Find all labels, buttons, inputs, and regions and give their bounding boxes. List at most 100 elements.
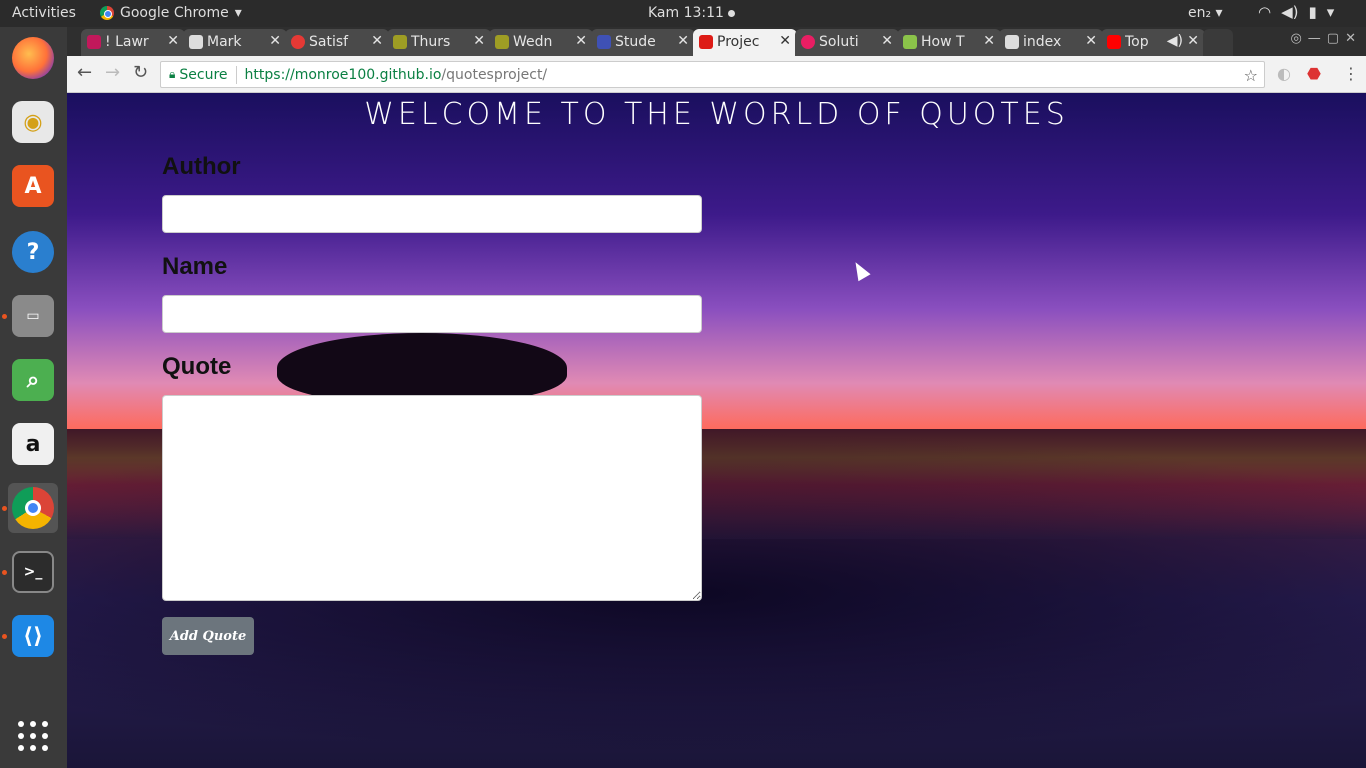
close-tab-icon[interactable]: ✕ <box>575 33 587 49</box>
rhythmbox-launcher[interactable]: ◉ <box>8 97 58 147</box>
address-bar[interactable]: 🔒︎ Secure https://monroe100.github.io/qu… <box>160 61 1265 88</box>
image-viewer-icon: ⌕ <box>12 359 54 401</box>
audio-icon[interactable]: ◀) <box>1167 33 1183 49</box>
bookmark-star-icon[interactable]: ☆ <box>1244 66 1258 85</box>
system-top-bar: Activities Google Chrome ▾ Kam 13:11 en₂… <box>0 0 1366 27</box>
extension-icon[interactable]: ◐ <box>1277 64 1291 83</box>
chevron-down-icon: ▾ <box>234 5 242 21</box>
tab[interactable]: How T ✕ <box>897 29 1001 56</box>
tab-label: Top <box>1125 34 1149 50</box>
reload-button[interactable]: ↻ <box>133 62 148 83</box>
amazon-launcher[interactable]: a <box>8 419 58 469</box>
youtube-favicon-icon <box>1107 35 1121 49</box>
files-icon: ▭ <box>12 295 54 337</box>
tab-favicon-icon <box>495 35 509 49</box>
forward-button[interactable]: → <box>105 62 120 83</box>
tab-label: Wedn <box>513 34 553 50</box>
tab-label: Soluti <box>819 34 859 50</box>
app-grid-icon <box>18 721 48 751</box>
close-tab-icon[interactable]: ✕ <box>983 33 995 49</box>
help-launcher[interactable]: ? <box>8 227 58 277</box>
terminal-icon: >_ <box>12 551 54 593</box>
divider <box>235 65 237 84</box>
system-tray[interactable]: ◠ ◀) ▮ ▾ <box>1258 3 1334 21</box>
clock[interactable]: Kam 13:11 <box>648 5 735 21</box>
tab-favicon-icon <box>87 35 101 49</box>
angular-favicon-icon <box>699 35 713 49</box>
new-tab-button[interactable] <box>1203 29 1233 56</box>
tab[interactable]: ! Lawr ✕ <box>81 29 185 56</box>
vscode-launcher[interactable]: ⟨⟩ <box>8 611 58 661</box>
tab-active[interactable]: Projec ✕ <box>693 29 797 56</box>
close-tab-icon[interactable]: ✕ <box>677 33 689 49</box>
maximize-icon[interactable]: ▢ <box>1327 31 1339 46</box>
files-launcher[interactable]: ▭ <box>8 291 58 341</box>
close-tab-icon[interactable]: ✕ <box>1085 33 1097 49</box>
author-label: Author <box>162 153 241 180</box>
menu-kebab-icon[interactable]: ⋮ <box>1343 64 1359 83</box>
tab-favicon-icon <box>597 35 611 49</box>
tab-favicon-icon <box>291 35 305 49</box>
chrome-icon <box>12 487 54 529</box>
tab-label: Thurs <box>411 34 451 50</box>
language-indicator[interactable]: en₂ ▾ <box>1188 5 1223 21</box>
tab[interactable]: Soluti ✕ <box>795 29 899 56</box>
window-controls: ◎ — ▢ ✕ <box>1290 31 1356 46</box>
battery-icon: ▮ <box>1308 3 1317 21</box>
tab[interactable]: Satisf ✕ <box>285 29 389 56</box>
firefox-icon <box>12 37 54 79</box>
mouse-cursor-icon <box>849 258 871 282</box>
software-center-launcher[interactable]: A <box>8 161 58 211</box>
image-viewer-launcher[interactable]: ⌕ <box>8 355 58 405</box>
secure-label: Secure <box>179 66 228 83</box>
firefox-launcher[interactable] <box>8 33 58 83</box>
vscode-icon: ⟨⟩ <box>12 615 54 657</box>
url-host: https://monroe100.github.io <box>244 66 442 83</box>
page-content: WELCOME TO THE WORLD OF QUOTES Author Na… <box>67 93 1366 768</box>
author-input[interactable] <box>162 195 702 233</box>
back-button[interactable]: ← <box>77 62 92 83</box>
tab[interactable]: Wedn ✕ <box>489 29 593 56</box>
show-applications-button[interactable] <box>8 711 58 761</box>
tab-favicon-icon <box>903 35 917 49</box>
tab[interactable]: Top ◀) ✕ <box>1101 29 1205 56</box>
app-name: Google Chrome <box>120 5 229 21</box>
running-indicator <box>2 634 7 639</box>
tab[interactable]: Stude ✕ <box>591 29 695 56</box>
close-tab-icon[interactable]: ✕ <box>269 33 281 49</box>
tab-favicon-icon <box>189 35 203 49</box>
rhythmbox-icon: ◉ <box>12 101 54 143</box>
tab[interactable]: Thurs ✕ <box>387 29 491 56</box>
activities-button[interactable]: Activities <box>12 5 76 21</box>
tab-favicon-icon <box>393 35 407 49</box>
minimize-icon[interactable]: — <box>1308 31 1321 46</box>
running-indicator <box>2 570 7 575</box>
close-window-icon[interactable]: ✕ <box>1345 31 1356 46</box>
quote-textarea[interactable] <box>162 395 702 601</box>
tab[interactable]: Mark ✕ <box>183 29 287 56</box>
language-text: en₂ <box>1188 5 1212 21</box>
quote-label: Quote <box>162 353 232 380</box>
close-tab-icon[interactable]: ✕ <box>371 33 383 49</box>
tab-label: Projec <box>717 34 760 50</box>
tab[interactable]: index ✕ <box>999 29 1103 56</box>
tab-label: ! Lawr <box>105 34 149 50</box>
tab-favicon-icon <box>1005 35 1019 49</box>
app-menu[interactable]: Google Chrome ▾ <box>100 5 242 21</box>
chrome-launcher[interactable] <box>8 483 58 533</box>
tab-label: index <box>1023 34 1062 50</box>
chrome-logo-icon <box>100 6 114 20</box>
close-tab-icon[interactable]: ✕ <box>473 33 485 49</box>
close-tab-icon[interactable]: ✕ <box>1187 33 1199 49</box>
close-tab-icon[interactable]: ✕ <box>167 33 179 49</box>
terminal-launcher[interactable]: >_ <box>8 547 58 597</box>
extension-badge-icon[interactable]: ⬣ <box>1307 64 1321 83</box>
page-title: WELCOME TO THE WORLD OF QUOTES <box>364 97 1069 132</box>
profile-icon[interactable]: ◎ <box>1290 31 1301 46</box>
add-quote-button[interactable]: Add Quote <box>162 617 254 655</box>
tab-label: How T <box>921 34 965 50</box>
name-label: Name <box>162 253 228 280</box>
close-tab-icon[interactable]: ✕ <box>881 33 893 49</box>
name-input[interactable] <box>162 295 702 333</box>
close-tab-icon[interactable]: ✕ <box>779 33 791 49</box>
